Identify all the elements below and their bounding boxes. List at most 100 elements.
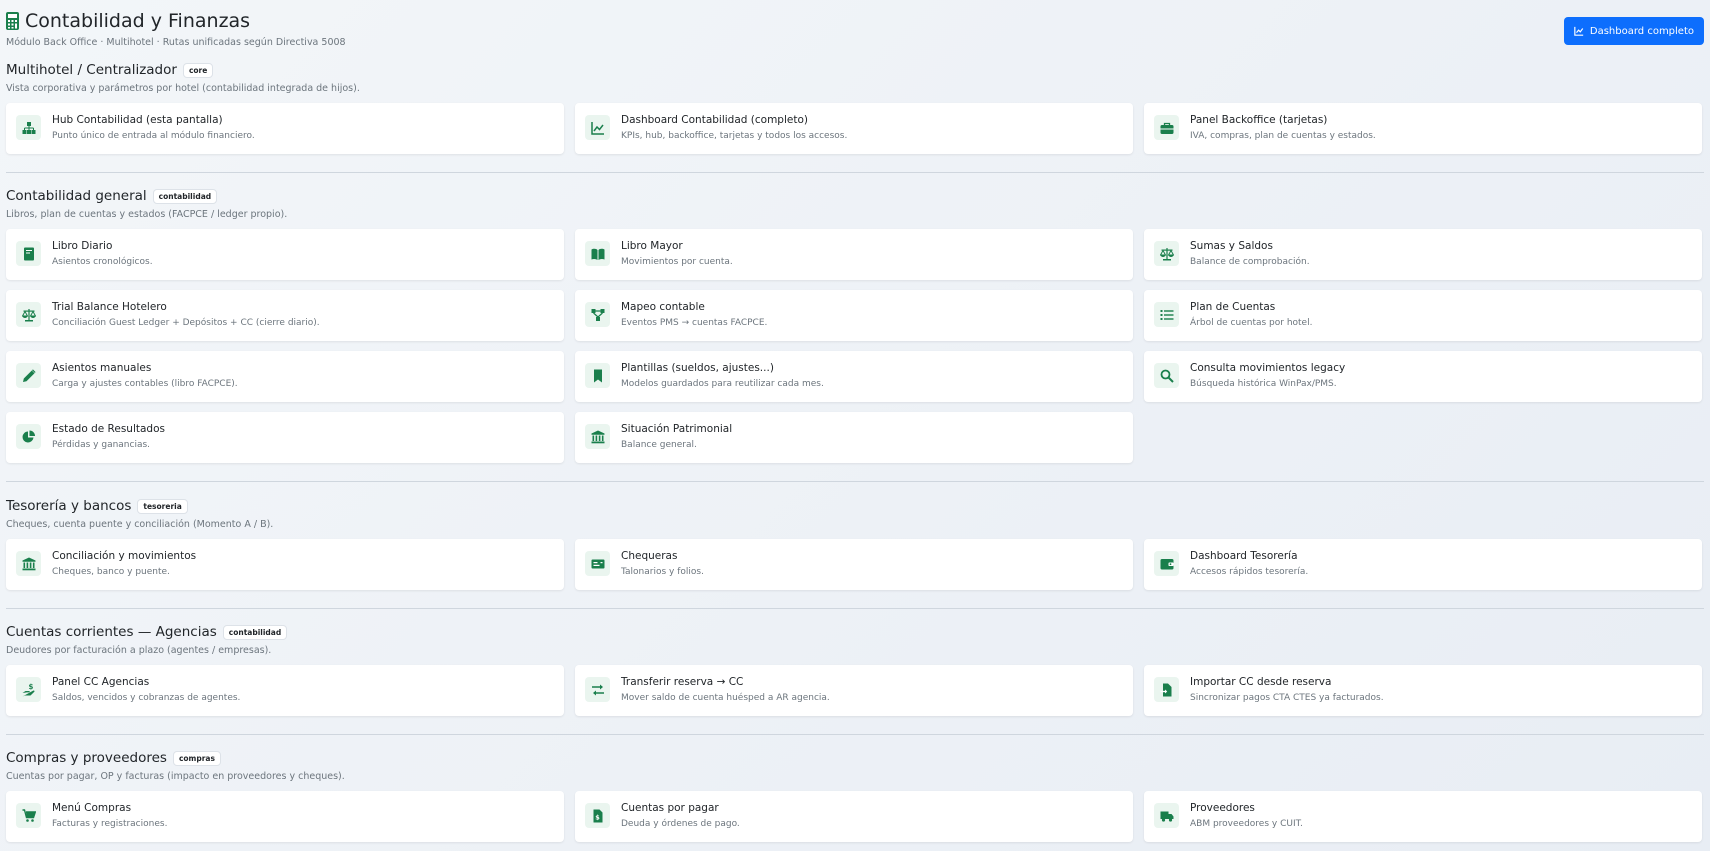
nav-card[interactable]: Importar CC desde reserva Sincronizar pag…	[1144, 665, 1702, 716]
hand-dollar-icon: $	[16, 677, 41, 702]
section-title: Cuentas corrientes — Agencias	[6, 624, 217, 640]
nav-card[interactable]: Asientos manuales Carga y ajustes contabl…	[6, 351, 564, 402]
pie-chart-icon	[16, 424, 41, 449]
nav-card[interactable]: Conciliación y movimientos Cheques, banco…	[6, 539, 564, 590]
search-icon	[1154, 363, 1179, 388]
card-title: Libro Diario	[52, 240, 113, 252]
nav-card[interactable]: Trial Balance Hotelero Conciliación Guest…	[6, 290, 564, 341]
section-divider	[6, 608, 1704, 609]
nav-card[interactable]: Plan de Cuentas Árbol de cuentas por hote…	[1144, 290, 1702, 341]
section-header: Tesorería y bancos tesoreria	[6, 496, 1704, 516]
nav-card[interactable]: Dashboard Contabilidad (completo) KPIs, h…	[575, 103, 1133, 154]
card-description: Movimientos por cuenta.	[621, 257, 733, 267]
nav-card[interactable]: Libro Diario Asientos cronológicos.	[6, 229, 564, 280]
bank-icon	[585, 424, 610, 449]
money-check-icon	[585, 551, 610, 576]
card-title: Asientos manuales	[52, 362, 152, 374]
nav-card[interactable]: Transferir reserva → CC Mover saldo de cu…	[575, 665, 1133, 716]
card-title: Proveedores	[1190, 802, 1255, 814]
section-description: Cuentas por pagar, OP y facturas (impact…	[6, 771, 345, 782]
section-description: Libros, plan de cuentas y estados (FACPC…	[6, 209, 288, 220]
card-description: Eventos PMS → cuentas FACPCE.	[621, 318, 768, 328]
dashboard-complete-label: Dashboard completo	[1589, 25, 1694, 37]
section-divider	[6, 481, 1704, 482]
nav-card[interactable]: Libro Mayor Movimientos por cuenta.	[575, 229, 1133, 280]
section-badge: tesoreria	[137, 498, 188, 514]
book-open-icon	[585, 241, 610, 266]
bookmark-icon	[585, 363, 610, 388]
cart-icon	[16, 803, 41, 828]
svg-text:$: $	[28, 683, 33, 691]
sitemap-icon	[16, 115, 41, 140]
section-divider	[6, 172, 1704, 173]
section-tesoreria-2: Tesorería y bancos tesoreria Cheques, cuen…	[6, 496, 1704, 590]
section-header: Compras y proveedores compras	[6, 748, 1704, 768]
card-title: Mapeo contable	[621, 301, 705, 313]
section-description: Vista corporativa y parámetros por hotel…	[6, 83, 360, 94]
nav-card[interactable]: Hub Contabilidad (esta pantalla) Punto ún…	[6, 103, 564, 154]
card-title: Plan de Cuentas	[1190, 301, 1276, 313]
section-badge: contabilidad	[222, 624, 288, 640]
card-title: Situación Patrimonial	[621, 423, 733, 435]
page-title-text: Contabilidad y Finanzas	[25, 10, 251, 32]
card-description: Balance de comprobación.	[1190, 257, 1310, 267]
nav-card[interactable]: Plantillas (sueldos, ajustes...) Modelos …	[575, 351, 1133, 402]
card-title: Consulta movimientos legacy	[1190, 362, 1346, 374]
card-title: Sumas y Saldos	[1190, 240, 1273, 252]
card-title: Importar CC desde reserva	[1190, 676, 1332, 688]
card-description: Pérdidas y ganancias.	[52, 440, 151, 450]
card-title: Conciliación y movimientos	[52, 550, 197, 562]
list-icon	[1154, 302, 1179, 327]
calculator-icon	[6, 12, 19, 30]
section-title: Contabilidad general	[6, 188, 147, 204]
card-description: Carga y ajustes contables (libro FACPCE)…	[52, 379, 238, 389]
bank-icon	[16, 551, 41, 576]
nav-card[interactable]: Situación Patrimonial Balance general.	[575, 412, 1133, 463]
nav-card[interactable]: Panel Backoffice (tarjetas) IVA, compras,…	[1144, 103, 1702, 154]
diagram-icon	[585, 302, 610, 327]
accounting-hub-page: Contabilidad y Finanzas Módulo Back Offi…	[6, 0, 1704, 842]
card-title: Panel Backoffice (tarjetas)	[1190, 114, 1328, 126]
section-header: Multihotel / Centralizador core	[6, 60, 1704, 80]
card-description: Deuda y órdenes de pago.	[621, 819, 740, 829]
card-title: Libro Mayor	[621, 240, 683, 252]
dashboard-complete-button[interactable]: Dashboard completo	[1563, 17, 1704, 45]
wallet-icon	[1154, 551, 1179, 576]
card-description: Cheques, banco y puente.	[52, 567, 170, 577]
nav-card[interactable]: $ Panel CC Agencias Saldos, vencidos y cob…	[6, 665, 564, 716]
nav-card[interactable]: Proveedores ABM proveedores y CUIT.	[1144, 791, 1702, 842]
file-import-icon	[1154, 677, 1179, 702]
nav-card[interactable]: Consulta movimientos legacy Búsqueda hist…	[1144, 351, 1702, 402]
nav-card[interactable]: Chequeras Talonarios y folios.	[575, 539, 1133, 590]
section-core-0: Multihotel / Centralizador core Vista corp…	[6, 60, 1704, 154]
nav-card[interactable]: Mapeo contable Eventos PMS → cuentas FACP…	[575, 290, 1133, 341]
page-header: Contabilidad y Finanzas Módulo Back Offi…	[6, 0, 1704, 52]
section-divider	[6, 734, 1704, 735]
section-description: Deudores por facturación a plazo (agente…	[6, 645, 272, 656]
card-description: Balance general.	[621, 440, 697, 450]
nav-card[interactable]: Estado de Resultados Pérdidas y ganancias…	[6, 412, 564, 463]
card-title: Transferir reserva → CC	[621, 676, 744, 688]
section-badge: core	[182, 62, 214, 78]
card-title: Dashboard Contabilidad (completo)	[621, 114, 808, 126]
card-title: Trial Balance Hotelero	[52, 301, 167, 313]
card-description: Modelos guardados para reutilizar cada m…	[621, 379, 824, 389]
chart-line-icon	[585, 115, 610, 140]
section-header: Cuentas corrientes — Agencias contabilida…	[6, 622, 1704, 642]
page-title: Contabilidad y Finanzas	[6, 10, 250, 32]
book-icon	[16, 241, 41, 266]
card-description: Mover saldo de cuenta huésped a AR agenc…	[621, 693, 830, 703]
card-title: Chequeras	[621, 550, 678, 562]
section-compras-4: Compras y proveedores compras Cuentas por …	[6, 748, 1704, 842]
nav-card[interactable]: Menú Compras Facturas y registraciones.	[6, 791, 564, 842]
section-header: Contabilidad general contabilidad	[6, 186, 1704, 206]
nav-card[interactable]: Sumas y Saldos Balance de comprobación.	[1144, 229, 1702, 280]
svg-text:$: $	[595, 813, 600, 821]
card-description: Facturas y registraciones.	[52, 819, 168, 829]
card-description: Talonarios y folios.	[621, 567, 704, 577]
card-title: Cuentas por pagar	[621, 802, 719, 814]
truck-icon	[1154, 803, 1179, 828]
card-description: Árbol de cuentas por hotel.	[1190, 318, 1313, 328]
nav-card[interactable]: Dashboard Tesorería Accesos rápidos tesor…	[1144, 539, 1702, 590]
nav-card[interactable]: $ Cuentas por pagar Deuda y órdenes de pag…	[575, 791, 1133, 842]
